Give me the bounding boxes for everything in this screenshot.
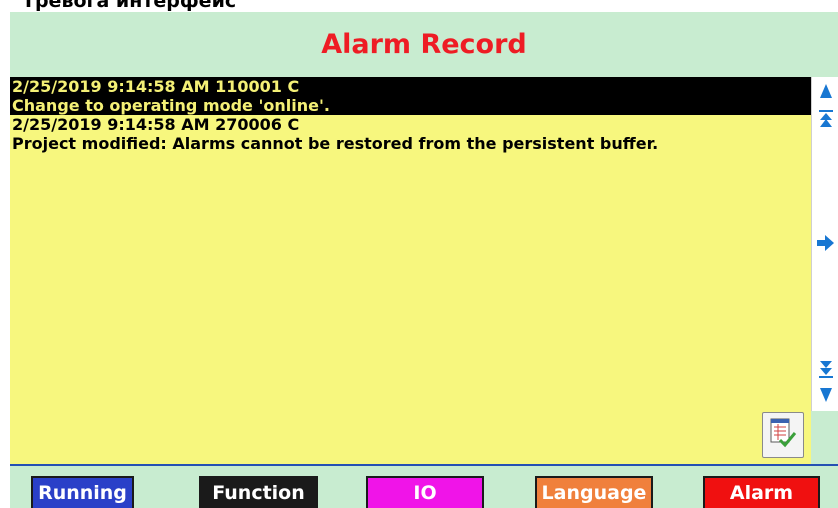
page-caption: Тревога интерфейс [22,0,237,12]
function-button[interactable]: Function [199,476,318,508]
alarm-button[interactable]: Alarm [703,476,820,508]
page-down-icon[interactable] [814,357,837,381]
scroll-right-icon[interactable] [814,231,837,255]
language-button[interactable]: Language [535,476,653,508]
page-up-icon[interactable] [814,107,837,131]
alarm-scrollbar[interactable] [811,77,838,411]
scroll-down-icon[interactable] [814,383,837,407]
page-title: Alarm Record [321,28,527,60]
acknowledge-button[interactable] [762,412,804,458]
alarm-entry[interactable]: 2/25/2019 9:14:58 AM 270006 C Project mo… [10,115,811,153]
running-button[interactable]: Running [31,476,134,508]
alarm-text: Change to operating mode 'online'. [12,96,330,115]
alarm-list[interactable]: 2/25/2019 9:14:58 AM 110001 C Change to … [10,77,811,464]
acknowledge-checklist-icon [769,418,797,452]
navigation-bar: Running Function IO Language Alarm [10,464,838,508]
hmi-screen: Alarm Record 2/25/2019 9:14:58 AM 110001… [10,12,838,508]
alarm-timestamp: 2/25/2019 9:14:58 AM 270006 C [12,115,300,134]
scroll-up-icon[interactable] [814,79,837,103]
io-button[interactable]: IO [366,476,484,508]
alarm-text: Project modified: Alarms cannot be resto… [12,134,659,153]
alarm-timestamp: 2/25/2019 9:14:58 AM 110001 C [12,77,300,96]
alarm-entry[interactable]: 2/25/2019 9:14:58 AM 110001 C Change to … [10,77,811,115]
header: Alarm Record [10,12,838,76]
